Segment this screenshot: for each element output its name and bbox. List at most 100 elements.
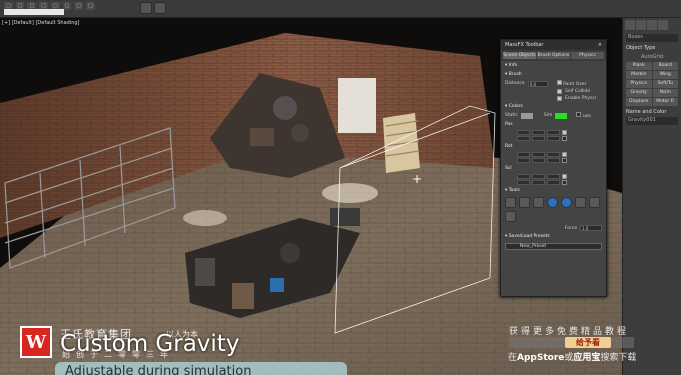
grid-tool-icon[interactable] xyxy=(589,197,600,208)
bake-tool-icon[interactable] xyxy=(575,197,586,208)
panel-titlebar[interactable]: MassFX Toolbar × xyxy=(501,40,606,50)
object-type-button[interactable]: Soft/Tu xyxy=(652,80,678,88)
reset-tool-icon[interactable] xyxy=(505,211,516,222)
tab-scene-objects[interactable]: Scene Objects xyxy=(503,52,536,59)
tab-brush-options[interactable]: Brush Options xyxy=(537,52,570,59)
redo-icon[interactable] xyxy=(154,2,166,14)
main-toolbar: □ □ □ □ □ □ □ □ xyxy=(0,0,681,18)
force-label: Force xyxy=(564,225,577,231)
value-cell[interactable] xyxy=(532,158,545,163)
object-type-button[interactable]: Wing xyxy=(652,71,678,79)
value-row xyxy=(505,130,602,135)
row-checkbox[interactable] xyxy=(562,174,567,179)
command-panel: Boxes Object Type AutoGrid Plank Board M… xyxy=(622,18,681,375)
gravity-tool-icon[interactable] xyxy=(547,197,558,208)
menu-item[interactable]: □ xyxy=(86,2,95,10)
sim-color-swatch[interactable] xyxy=(555,112,568,119)
tab-physics[interactable]: Physics xyxy=(571,52,604,59)
row-checkbox[interactable] xyxy=(562,152,567,157)
create-tab-icon[interactable] xyxy=(625,20,635,30)
colors-row: Static Sim use xyxy=(501,111,606,120)
scl-label: Scl xyxy=(505,166,512,171)
name-color-header[interactable]: Name and Color xyxy=(626,109,678,115)
tools-section-header[interactable]: ▾ Tools xyxy=(501,186,606,195)
row-checkbox[interactable] xyxy=(562,130,567,135)
object-type-header[interactable]: Object Type xyxy=(626,45,678,51)
category-dropdown[interactable]: Boxes xyxy=(626,34,678,42)
row-checkbox[interactable] xyxy=(562,180,567,185)
brush-tool-icon[interactable] xyxy=(505,197,516,208)
value-row xyxy=(505,174,602,179)
object-type-button[interactable]: Board xyxy=(652,62,678,70)
colors-section-header[interactable]: ▾ Colors xyxy=(501,102,606,111)
preset-dropdown[interactable]: New_Preset xyxy=(505,243,602,250)
erase-tool-icon[interactable] xyxy=(533,197,544,208)
value-cell[interactable] xyxy=(517,174,530,179)
rot-label: Rot xyxy=(505,144,513,149)
row-checkbox[interactable] xyxy=(562,136,567,141)
value-cell[interactable] xyxy=(547,152,560,157)
force-input[interactable]: 1.0 xyxy=(580,225,602,231)
object-type-button[interactable]: Physics xyxy=(626,80,652,88)
value-row xyxy=(505,158,602,163)
value-cell[interactable] xyxy=(532,152,545,157)
value-cell[interactable] xyxy=(532,130,545,135)
info-section-header[interactable]: ▾ Info xyxy=(501,61,606,70)
distance-input[interactable]: 0.0 xyxy=(527,80,548,87)
modify-tab-icon[interactable] xyxy=(636,20,646,30)
value-row xyxy=(505,136,602,141)
selection-set-field[interactable] xyxy=(4,9,64,15)
tools-buttons xyxy=(501,195,606,224)
object-type-button[interactable]: Motor Fi xyxy=(652,98,678,106)
value-cell[interactable] xyxy=(532,174,545,179)
value-cell[interactable] xyxy=(547,158,560,163)
object-type-button[interactable]: Gravity xyxy=(626,89,652,97)
viewport-label[interactable]: [+] [Default] [Default Shading] xyxy=(2,20,80,26)
command-panel-tabs xyxy=(623,18,681,32)
value-cell[interactable] xyxy=(532,180,545,185)
close-icon[interactable]: × xyxy=(598,42,602,48)
value-cell[interactable] xyxy=(547,136,560,141)
promo-line-3: 在AppStore或应用宝搜索下载 xyxy=(508,353,637,363)
value-row xyxy=(505,152,602,157)
value-cell[interactable] xyxy=(517,136,530,141)
value-cell[interactable] xyxy=(547,130,560,135)
force-row: Force 1.0 xyxy=(501,224,606,232)
value-cell[interactable] xyxy=(517,130,530,135)
object-type-button[interactable]: Displace xyxy=(626,98,652,106)
use-checkbox[interactable]: use xyxy=(576,112,591,119)
object-type-button[interactable]: Marble xyxy=(626,71,652,79)
simulate-tool-icon[interactable] xyxy=(561,197,572,208)
svg-text:+: + xyxy=(412,172,422,186)
promo-line-1: 获得更多免费精品教程 xyxy=(509,327,630,337)
static-label: Static xyxy=(505,113,518,118)
value-cell[interactable] xyxy=(547,180,560,185)
object-type-button[interactable]: Plank xyxy=(626,62,652,70)
menu-item[interactable]: □ xyxy=(74,2,84,10)
distance-label: Distance xyxy=(505,81,525,86)
autogrid-label[interactable]: AutoGrid xyxy=(626,54,678,60)
saveload-section-header[interactable]: ▾ Save/Load Presets xyxy=(501,232,606,241)
value-cell[interactable] xyxy=(517,158,530,163)
value-cell[interactable] xyxy=(547,174,560,179)
paint-over-checkbox[interactable]: Paint Over xyxy=(556,80,587,87)
motion-tab-icon[interactable] xyxy=(658,20,668,30)
brand-logo: W xyxy=(20,326,52,358)
preset-name: New_Preset xyxy=(520,244,547,249)
scatter-tool-icon[interactable] xyxy=(519,197,530,208)
static-color-swatch[interactable] xyxy=(520,112,533,119)
hierarchy-tab-icon[interactable] xyxy=(647,20,657,30)
value-cell[interactable] xyxy=(532,136,545,141)
enable-physics-checkbox[interactable]: Enable Physcl xyxy=(501,95,606,102)
object-name-field[interactable]: Gravity001 xyxy=(626,117,678,125)
value-cell[interactable] xyxy=(517,180,530,185)
row-checkbox[interactable] xyxy=(562,158,567,163)
self-collide-checkbox[interactable]: Self Collide xyxy=(501,88,606,95)
object-type-button[interactable]: Nsim xyxy=(652,89,678,97)
undo-icon[interactable] xyxy=(140,2,152,14)
caption-title: Custom Gravity xyxy=(60,331,240,357)
massfx-panel: MassFX Toolbar × Scene Objects Brush Opt… xyxy=(500,39,607,297)
object-type-buttons: Plank Board Marble Wing Physics Soft/Tu … xyxy=(626,62,678,106)
brush-section-header[interactable]: ▾ Brush xyxy=(501,70,606,79)
value-cell[interactable] xyxy=(517,152,530,157)
